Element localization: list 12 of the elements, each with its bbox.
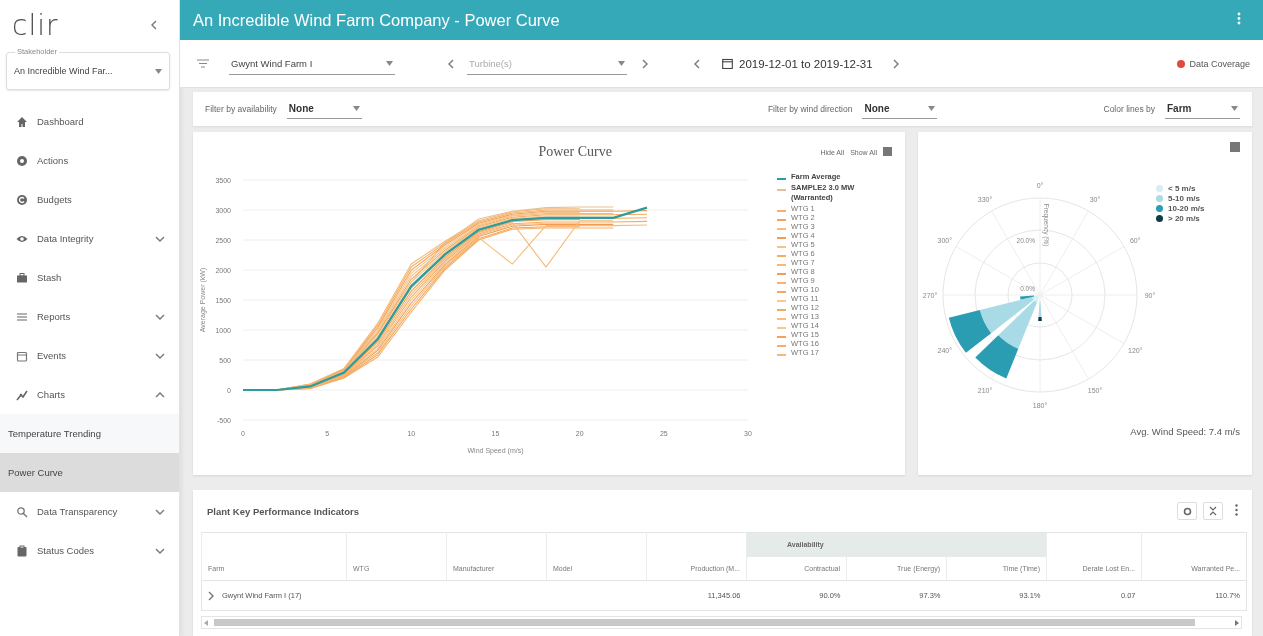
logo: clir	[12, 8, 59, 42]
chart-title: Power Curve	[537, 144, 613, 160]
legend-label: > 20 m/s	[1168, 214, 1200, 223]
page-title: An Incredible Wind Farm Company - Power Curve	[193, 10, 560, 30]
legend-label: 10-20 m/s	[1168, 204, 1205, 213]
filter-label: Filter by availability	[205, 104, 277, 114]
filter-label: Color lines by	[1103, 104, 1155, 114]
filter-label: Filter by wind direction	[767, 104, 853, 114]
legend-label: 5-10 m/s	[1168, 194, 1201, 203]
legend-label: < 5 m/s	[1168, 184, 1196, 193]
average-wind-speed: Avg. Wind Speed: 7.4 m/s	[1129, 426, 1240, 437]
card-title: Plant Key Performance Indicators	[207, 505, 361, 517]
